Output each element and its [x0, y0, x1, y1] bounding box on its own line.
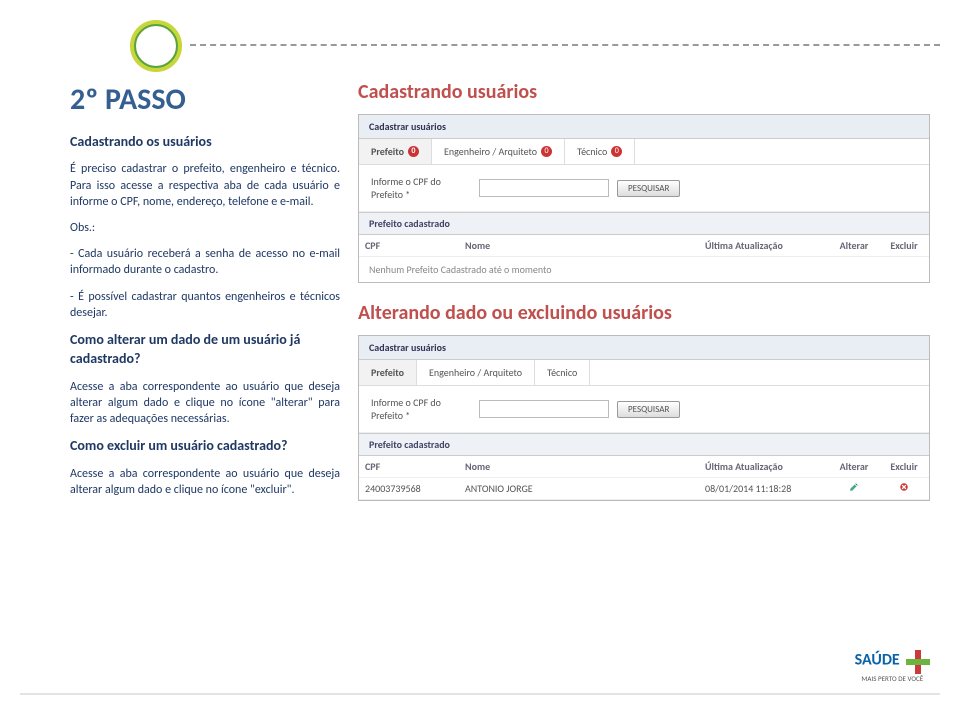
panel-title: Cadastrar usuários: [359, 115, 929, 139]
obs-label: Obs.:: [70, 220, 340, 236]
cell-cpf: 24003739568: [359, 478, 459, 499]
tab-label: Prefeito: [371, 145, 404, 158]
pesquisar-button[interactable]: PESQUISAR: [617, 180, 680, 197]
answer-alterar: Acesse a aba correspondente ao usuário q…: [70, 379, 340, 428]
cpf-input[interactable]: [479, 179, 609, 197]
question-excluir: Como excluir um usuário cadastrado?: [70, 437, 340, 456]
table-header: CPF Nome Última Atualização Alterar Excl…: [359, 235, 929, 257]
left-column: 2º PASSO Cadastrando os usuários É preci…: [70, 80, 340, 519]
footer-line: [20, 693, 940, 695]
screenshot-alterar: Cadastrar usuários Prefeito Engenheiro /…: [358, 335, 930, 501]
tab-badge: 0: [541, 146, 552, 157]
heading-cadastrando: Cadastrando usuários: [358, 80, 930, 104]
cpf-input[interactable]: [479, 400, 609, 418]
obs-item-2: - É possível cadastrar quantos engenheir…: [70, 289, 340, 321]
tab-label: Engenheiro / Arquiteto: [429, 366, 522, 379]
tab-tecnico[interactable]: Técnico 0: [565, 139, 635, 164]
cell-upd: 08/01/2014 11:18:28: [699, 478, 829, 499]
tab-label: Engenheiro / Arquiteto: [444, 145, 537, 158]
empty-row: Nenhum Prefeito Cadastrado até o momento: [359, 257, 929, 282]
answer-excluir: Acesse a aba correspondente ao usuário q…: [70, 466, 340, 498]
tabs-row: Prefeito Engenheiro / Arquiteto Técnico: [359, 360, 929, 386]
result-table: CPF Nome Última Atualização Alterar Excl…: [359, 456, 929, 500]
tab-engenheiro[interactable]: Engenheiro / Arquiteto 0: [432, 139, 565, 164]
col-alterar: Alterar: [829, 235, 879, 256]
col-atualizacao: Última Atualização: [699, 456, 829, 477]
col-atualizacao: Última Atualização: [699, 235, 829, 256]
question-alterar: Como alterar um dado de um usuário já ca…: [70, 331, 340, 369]
cpf-label: Informe o CPF do Prefeito *: [371, 396, 471, 422]
logo-brand: SAÚDE: [855, 650, 900, 669]
tab-prefeito[interactable]: Prefeito 0: [359, 139, 432, 164]
tabs-row: Prefeito 0 Engenheiro / Arquiteto 0 Técn…: [359, 139, 929, 165]
cpf-label: Informe o CPF do Prefeito *: [371, 175, 471, 201]
step-title: 2º PASSO: [70, 80, 340, 121]
col-nome: Nome: [459, 456, 699, 477]
tab-label: Técnico: [577, 145, 607, 158]
tab-tecnico[interactable]: Técnico: [535, 360, 590, 385]
tab-badge: 0: [408, 146, 419, 157]
alterar-icon[interactable]: [829, 478, 879, 499]
col-cpf: CPF: [359, 456, 459, 477]
saude-logo: SAÚDE MAIS PERTO DE VOCÊ: [855, 650, 930, 683]
logo-tagline: MAIS PERTO DE VOCÊ: [855, 674, 930, 683]
cell-nome: ANTONIO JORGE: [459, 478, 699, 499]
tab-label: Técnico: [547, 366, 577, 379]
panel-title: Cadastrar usuários: [359, 336, 929, 360]
tab-engenheiro[interactable]: Engenheiro / Arquiteto: [417, 360, 535, 385]
col-alterar: Alterar: [829, 456, 879, 477]
table-header: CPF Nome Última Atualização Alterar Excl…: [359, 456, 929, 478]
heading-alterando: Alterando dado ou excluindo usuários: [358, 301, 930, 325]
table-row: 24003739568 ANTONIO JORGE 08/01/2014 11:…: [359, 478, 929, 500]
col-nome: Nome: [459, 235, 699, 256]
col-excluir: Excluir: [879, 235, 929, 256]
subheading-cadastrando: Cadastrando os usuários: [70, 133, 340, 152]
sub-header-cadastrado: Prefeito cadastrado: [359, 212, 929, 235]
tab-badge: 0: [611, 146, 622, 157]
pesquisar-button[interactable]: PESQUISAR: [617, 401, 680, 418]
sub-header-cadastrado: Prefeito cadastrado: [359, 433, 929, 456]
screenshot-cadastrar: Cadastrar usuários Prefeito 0 Engenheiro…: [358, 114, 930, 283]
plus-icon: [906, 650, 930, 674]
tab-prefeito[interactable]: Prefeito: [359, 360, 417, 385]
col-cpf: CPF: [359, 235, 459, 256]
header-dash-line: [190, 44, 940, 46]
excluir-icon[interactable]: [879, 478, 929, 499]
intro-paragraph: É preciso cadastrar o prefeito, engenhei…: [70, 161, 340, 210]
accent-ring-icon: [130, 20, 182, 72]
cpf-form-row: Informe o CPF do Prefeito * PESQUISAR: [359, 386, 929, 433]
right-column: Cadastrando usuários Cadastrar usuários …: [358, 80, 930, 519]
col-excluir: Excluir: [879, 456, 929, 477]
result-table: CPF Nome Última Atualização Alterar Excl…: [359, 235, 929, 282]
tab-label: Prefeito: [371, 366, 404, 379]
cpf-form-row: Informe o CPF do Prefeito * PESQUISAR: [359, 165, 929, 212]
obs-item-1: - Cada usuário receberá a senha de acess…: [70, 246, 340, 278]
